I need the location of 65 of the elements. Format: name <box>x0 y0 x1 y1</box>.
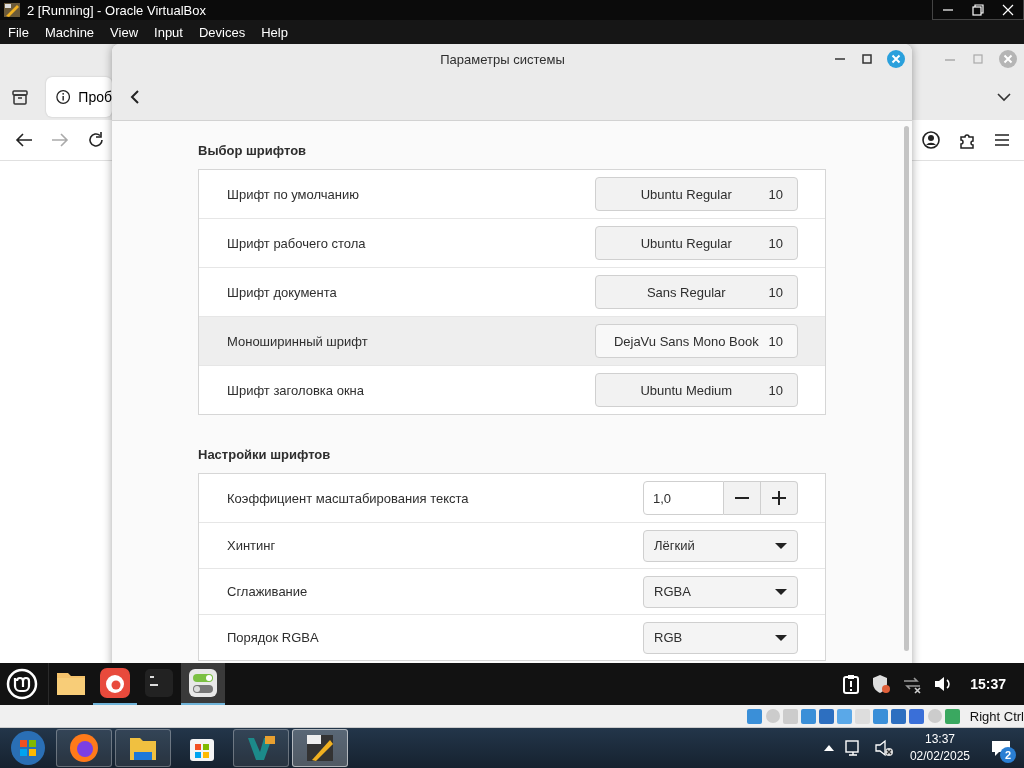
setting-label: Шрифт по умолчанию <box>227 186 360 202</box>
notification-button[interactable]: 2 <box>986 733 1016 763</box>
virtualbox-logo-icon <box>3 2 21 18</box>
menu-item[interactable]: View <box>102 24 147 40</box>
up-caret-icon[interactable] <box>823 745 834 751</box>
clock-time: 13:37 <box>924 731 955 748</box>
mint-logo-icon[interactable] <box>6 668 38 701</box>
menu-item[interactable]: File <box>0 24 37 40</box>
caret-icon <box>775 633 787 642</box>
menu-item[interactable]: Help <box>253 24 296 40</box>
menu-item[interactable]: Machine <box>36 24 103 40</box>
host-key-label: Right Ctrl <box>969 708 1024 724</box>
section-heading: Выбор шрифтов <box>198 143 308 159</box>
font-button[interactable]: Ubuntu Medium 10 <box>595 373 798 407</box>
font-button[interactable]: Sans Regular 10 <box>595 275 798 309</box>
clipboard-icon[interactable] <box>842 674 861 695</box>
setting-label: Моноширинный шрифт <box>227 333 369 349</box>
font-button[interactable]: Ubuntu Regular 10 <box>595 177 798 211</box>
caret-icon <box>775 587 787 596</box>
maximize-icon[interactable] <box>860 52 874 66</box>
restore-icon[interactable] <box>972 3 984 16</box>
number-field[interactable]: 1,0 <box>643 481 724 515</box>
shield-icon[interactable] <box>871 674 892 695</box>
muted-speaker-icon[interactable] <box>873 738 894 758</box>
increase-button[interactable] <box>761 481 798 515</box>
setting-label: Шрифт заголовка окна <box>227 382 365 398</box>
taskbar-button[interactable] <box>233 729 289 767</box>
back-chevron-icon[interactable] <box>128 89 142 105</box>
menu-icon[interactable] <box>994 133 1010 147</box>
account-icon[interactable] <box>922 131 940 149</box>
dropdown[interactable]: RGB <box>643 621 798 654</box>
close-icon[interactable] <box>1002 3 1014 16</box>
clock: 15:37 <box>970 676 1006 693</box>
font-button[interactable]: Ubuntu Regular 10 <box>595 226 798 260</box>
back-arrow-icon[interactable] <box>15 132 33 148</box>
minus-icon <box>735 497 749 499</box>
menu-item[interactable]: Devices <box>190 24 254 40</box>
clock-date: 02/02/2025 <box>909 748 970 765</box>
browser-tab[interactable]: Проб <box>46 77 112 117</box>
dropdown[interactable]: Лёгкий <box>643 529 798 562</box>
reload-icon[interactable] <box>87 131 105 149</box>
taskbar-button[interactable] <box>292 729 348 767</box>
archive-icon[interactable] <box>11 88 29 106</box>
dropdown[interactable]: RGBA <box>643 575 798 608</box>
info-icon <box>56 89 71 105</box>
taskbar-button[interactable] <box>115 729 171 767</box>
dialog-title: Параметры системы <box>439 51 566 67</box>
setting-label: Хинтинг <box>227 538 277 553</box>
notification-badge: 2 <box>1000 747 1016 763</box>
setting-label: Шрифт рабочего стола <box>227 235 367 251</box>
setting-label: Сглаживание <box>227 584 309 599</box>
menu-item[interactable]: Input <box>146 24 191 40</box>
setting-label: Коэффициент масштабирования текста <box>227 490 470 506</box>
launcher-button[interactable] <box>181 663 225 706</box>
window-title: 2 [Running] - Oracle VirtualBox <box>27 2 206 18</box>
puzzle-icon[interactable] <box>958 131 976 149</box>
caret-icon <box>775 541 787 550</box>
network-disconnected-icon[interactable] <box>902 674 923 695</box>
section-heading: Настройки шрифтов <box>198 447 332 463</box>
decrease-button[interactable] <box>724 481 761 515</box>
plus-icon <box>772 491 786 505</box>
font-button[interactable]: DejaVu Sans Mono Book 10 <box>595 324 798 358</box>
scrollbar-thumb[interactable] <box>903 126 909 651</box>
setting-label: Шрифт документа <box>227 284 338 300</box>
setting-label: Порядок RGBA <box>227 630 320 645</box>
